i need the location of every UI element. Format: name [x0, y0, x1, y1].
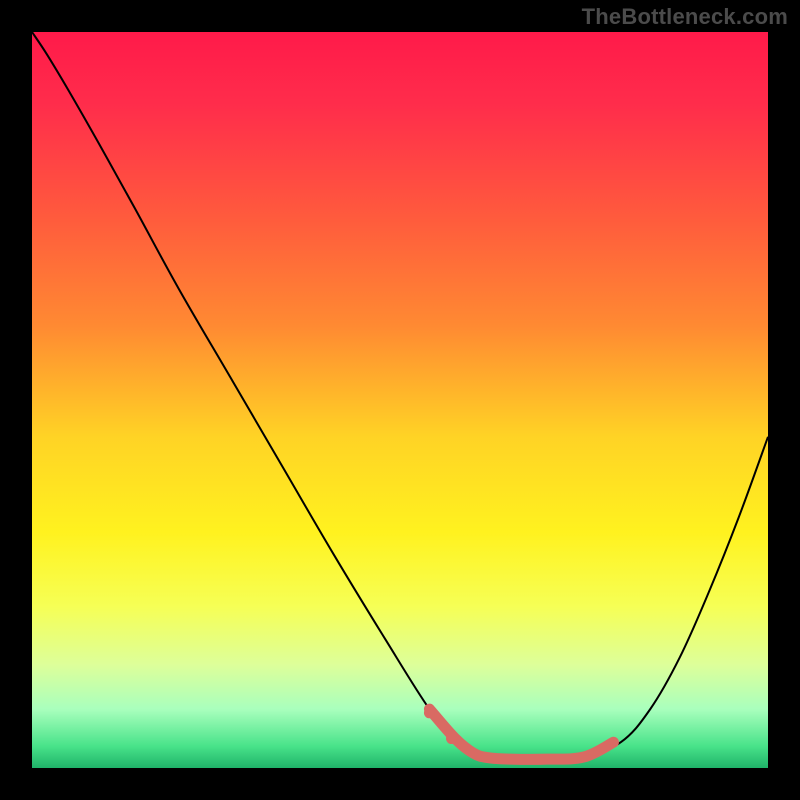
background-rect — [32, 32, 768, 768]
highlight-dot-1 — [424, 707, 435, 718]
highlight-dot-2 — [446, 733, 457, 744]
watermark-text: TheBottleneck.com — [582, 4, 788, 30]
chart-svg — [32, 32, 768, 768]
plot-area — [32, 32, 768, 768]
chart-frame: TheBottleneck.com — [0, 0, 800, 800]
